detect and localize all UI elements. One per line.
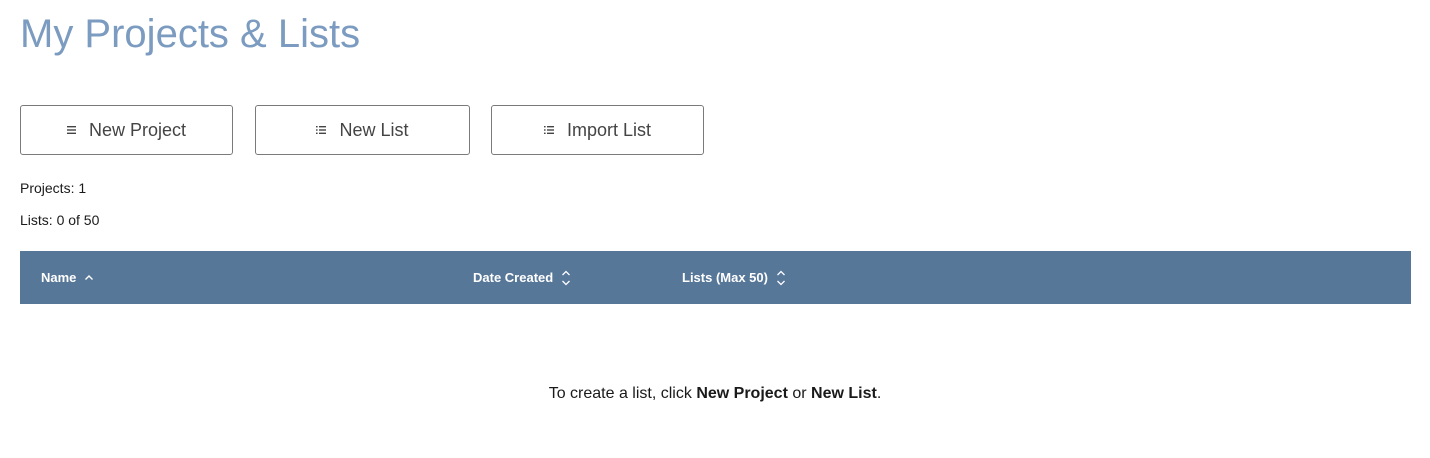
empty-state-message: To create a list, click New Project or N… [0,385,1430,403]
new-project-button[interactable]: New Project [20,105,233,155]
list-icon [543,126,554,134]
empty-state-middle: or [787,385,812,402]
new-list-label: New List [339,119,409,140]
column-header-lists[interactable]: Lists (Max 50) [682,251,786,304]
empty-state-new-list: New List [811,385,877,402]
column-label-date-created: Date Created [473,270,554,285]
projects-count: Projects: 1 [20,180,87,196]
import-list-label: Import List [566,119,652,140]
empty-state-new-project: New Project [696,385,788,402]
import-list-button[interactable]: Import List [491,105,704,155]
sort-ascending-icon [84,273,94,283]
column-header-name[interactable]: Name [41,251,94,304]
menu-lines-icon [66,126,76,134]
column-header-date-created[interactable]: Date Created [473,251,571,304]
page-title: My Projects & Lists [20,12,361,56]
empty-state-prefix: To create a list, click [548,385,697,402]
lists-count: Lists: 0 of 50 [20,212,100,228]
table-header: Name Date Created Lists (Max 50) [20,251,1411,304]
sort-icon [776,268,786,288]
column-label-lists: Lists (Max 50) [682,270,768,285]
empty-state-suffix: . [876,385,882,402]
sort-icon [561,268,571,288]
list-icon [316,126,327,134]
column-label-name: Name [41,270,77,285]
new-list-button[interactable]: New List [255,105,470,155]
new-project-label: New Project [88,119,187,140]
